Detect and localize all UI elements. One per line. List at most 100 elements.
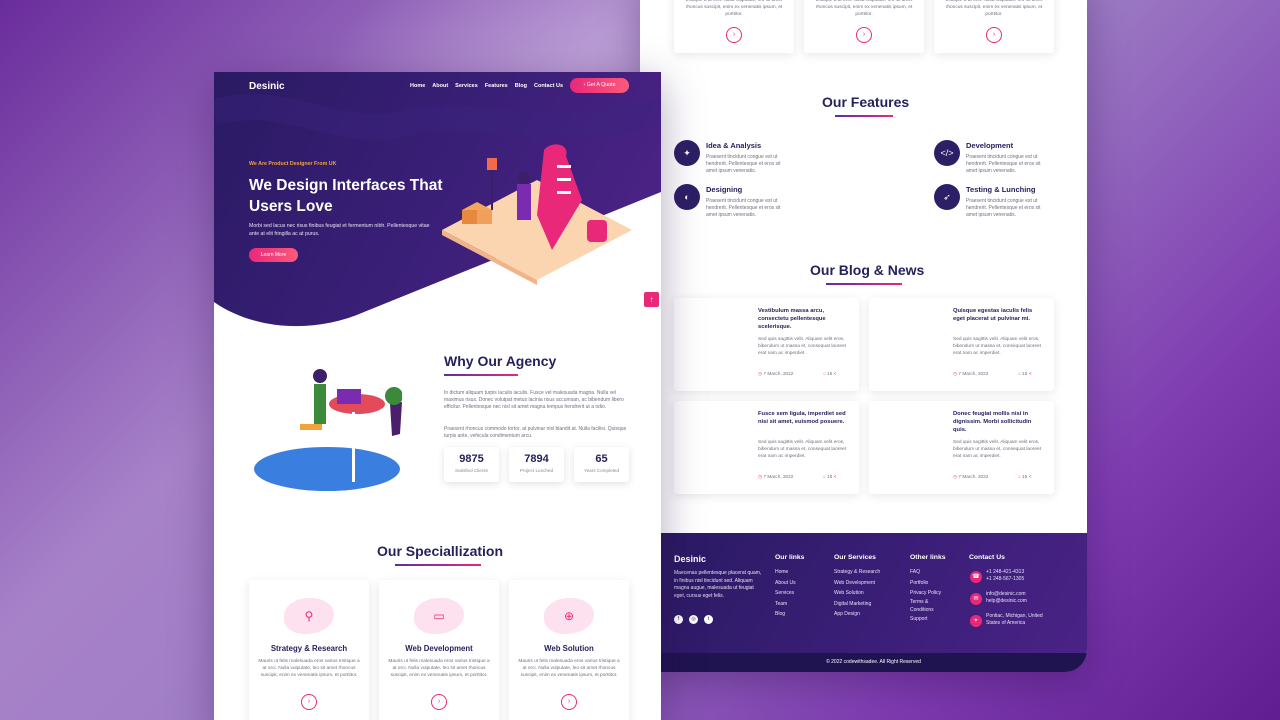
footer-link[interactable]: Privacy Policy [910, 588, 941, 599]
address-line: States of America [986, 620, 1026, 626]
footer-link[interactable]: Home [775, 567, 796, 578]
contact-address: Pontiac, Michigan, United States of Amer… [986, 613, 1043, 627]
title-underline [444, 374, 518, 376]
monitor-icon: ▭ [414, 598, 464, 634]
footer-link[interactable]: Conditions [910, 606, 941, 614]
phone-link[interactable]: +1 248-567-1305 [986, 576, 1024, 583]
footer-link[interactable]: Portfolio [910, 578, 941, 589]
nav-services[interactable]: Services [455, 83, 478, 89]
scroll-top-button[interactable]: ↑ [644, 292, 659, 307]
stat-card: 7894 Project Lunched [509, 447, 564, 482]
main-nav: Home About Services Features Blog Contac… [410, 83, 563, 89]
arrow-right-icon[interactable]: › [986, 27, 1002, 43]
arrow-right-icon[interactable]: › [856, 27, 872, 43]
lightbulb-icon: ✦ [674, 140, 700, 166]
nav-blog[interactable]: Blog [515, 83, 527, 89]
blog-post-text: Sed quis sagittis velit. Aliquam velit e… [953, 440, 1041, 460]
blog-post-date: ◷ 7 March, 2022 [953, 474, 988, 480]
share-icon[interactable]: < [834, 371, 837, 376]
comment-count: 15 [1022, 371, 1028, 376]
comment-icon: ○ [1018, 474, 1021, 479]
date-text: 7 March, 2022 [958, 371, 989, 376]
footer-link[interactable]: FAQ [910, 567, 941, 578]
blog-post-title[interactable]: Quisque egestas iaculis felis eget place… [953, 308, 1043, 324]
our-links-title: Our links [775, 554, 805, 561]
arrow-icon: › [583, 82, 586, 88]
blog-card[interactable]: Vestibulum massa arcu, consectetu pellen… [674, 298, 859, 391]
other-links-title: Other links [910, 554, 946, 561]
specialization-card-title: Web Development [405, 644, 473, 653]
blog-post-comments[interactable]: ○ 15 < [1018, 371, 1031, 376]
blog-post-title[interactable]: Vestibulum massa arcu, consectetu pellen… [758, 308, 848, 331]
footer-link[interactable]: About Us [775, 578, 796, 589]
specialization-card-title: Web Solution [544, 644, 594, 653]
share-icon[interactable]: < [834, 474, 837, 479]
nav-features[interactable]: Features [485, 83, 508, 89]
instagram-icon[interactable]: ◎ [689, 615, 698, 624]
email-link[interactable]: help@desinic.com [986, 598, 1027, 605]
stat-value: 65 [595, 453, 608, 465]
features-title: Our Features [822, 94, 910, 110]
stat-value: 7894 [524, 453, 549, 465]
blog-card[interactable]: Quisque egestas iaculis felis eget place… [869, 298, 1054, 391]
footer-link[interactable]: Terms & [910, 599, 941, 606]
footer-link[interactable]: Web Development [834, 578, 880, 589]
rocket-icon: ➶ [934, 184, 960, 210]
nav-about[interactable]: About [432, 83, 448, 89]
logo[interactable]: Desinic [249, 81, 285, 92]
share-icon[interactable]: < [1029, 371, 1032, 376]
blog-post-title[interactable]: Fusce sem ligula, imperdiet sed nisi sit… [758, 411, 848, 427]
date-text: 7 March, 2022 [763, 371, 794, 376]
stat-label: Project Lunched [519, 468, 554, 473]
left-page-screenshot: Desinic Home About Services Features Blo… [214, 72, 661, 720]
twitter-icon[interactable]: t [704, 615, 713, 624]
footer-link[interactable]: Support [910, 614, 941, 625]
blog-post-comments[interactable]: ○ 15 < [1018, 474, 1031, 479]
footer-link[interactable]: App Design [834, 609, 880, 620]
blog-card[interactable]: Donec feugiat mollis nisi in dignissim. … [869, 401, 1054, 494]
footer: Desinic Maecenas pellentesque placerat q… [660, 533, 1087, 672]
feature-text: Praesent tincidunt congue est ut hendrer… [706, 154, 781, 174]
feature-text: Praesent tincidunt congue est ut hendrer… [966, 154, 1041, 174]
stat-card: 65 Years Completed [574, 447, 629, 482]
get-quote-button[interactable]: › Get A Quote [570, 78, 629, 93]
phone-link[interactable]: +1 248-421-4313 [986, 569, 1024, 576]
contact-phones: +1 248-421-4313 +1 248-567-1305 [986, 569, 1024, 583]
footer-link[interactable]: Strategy & Research [834, 567, 880, 578]
arrow-right-icon[interactable]: › [431, 694, 447, 710]
stat-value: 9875 [459, 453, 484, 465]
arrow-right-icon[interactable]: › [726, 27, 742, 43]
address-line: Pontiac, Michigan, United [986, 613, 1043, 619]
footer-link[interactable]: Blog [775, 609, 796, 620]
footer-link[interactable]: Web Solution [834, 588, 880, 599]
footer-link[interactable]: Team [775, 599, 796, 610]
specialization-card: ▭ Web Development Mauris ut felis malesu… [379, 580, 499, 720]
facebook-icon[interactable]: f [674, 615, 683, 624]
clock-icon: ◷ [758, 474, 763, 479]
copyright: © 2022 codewithsadee. All Right Reserved [660, 653, 1087, 672]
learn-more-button[interactable]: Learn More [249, 248, 298, 262]
blog-card[interactable]: Fusce sem ligula, imperdiet sed nisi sit… [674, 401, 859, 494]
footer-link[interactable]: Digital Marketing [834, 599, 880, 610]
footer-link[interactable]: Services [775, 588, 796, 599]
share-icon[interactable]: < [1029, 474, 1032, 479]
feature-title: Designing [706, 185, 743, 194]
email-link[interactable]: info@desinic.com [986, 591, 1027, 598]
arrow-right-icon[interactable]: › [561, 694, 577, 710]
date-text: 7 March, 2022 [763, 474, 794, 479]
feature-title: Testing & Lunching [966, 185, 1036, 194]
blog-post-text: Sed quis sagittis velit. Aliquam velit e… [953, 337, 1041, 357]
code-icon: </> [934, 140, 960, 166]
service-card-text: tristique a at orci. Nulla vulputate, le… [945, 0, 1043, 17]
blog-post-comments[interactable]: ○ 15 < [823, 474, 836, 479]
blog-post-comments[interactable]: ○ 15 < [823, 371, 836, 376]
clock-icon: ◷ [758, 371, 763, 376]
stat-label: Satisfied Clients [455, 468, 488, 473]
agency-paragraph: In dictum aliquam turpis iaculis iaculis… [444, 390, 624, 411]
nav-home[interactable]: Home [410, 83, 425, 89]
arrow-right-icon[interactable]: › [301, 694, 317, 710]
clock-icon: ◷ [953, 474, 958, 479]
nav-contact[interactable]: Contact Us [534, 83, 563, 89]
blog-post-title[interactable]: Donec feugiat mollis nisi in dignissim. … [953, 411, 1043, 434]
feature-text: Praesent tincidunt congue est ut hendrer… [966, 198, 1041, 218]
